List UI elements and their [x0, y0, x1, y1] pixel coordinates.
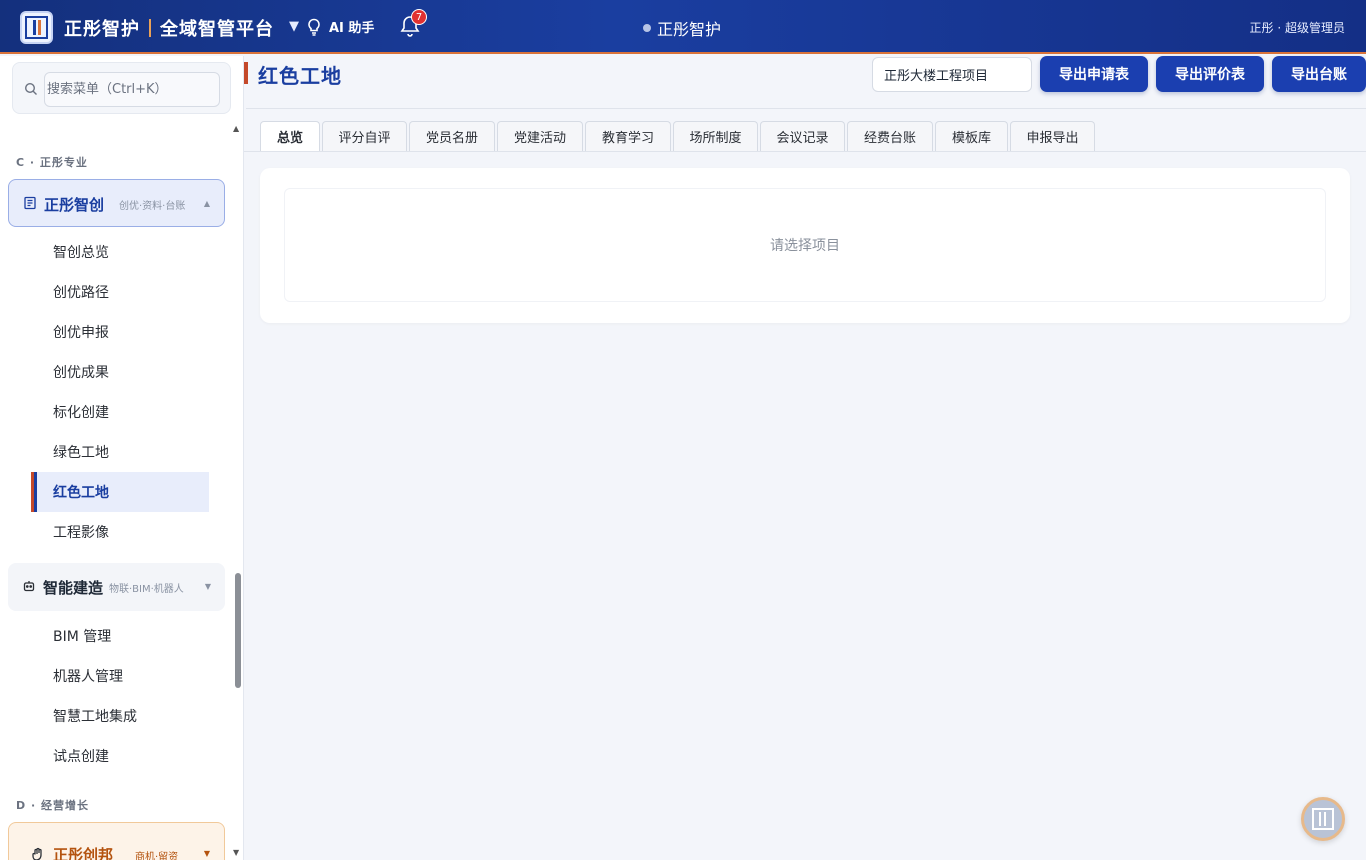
tab-bar: 总览 评分自评 党员名册 党建活动 教育学习 场所制度 会议记录 经费台账 模板… — [260, 121, 1097, 151]
empty-state-text: 请选择项目 — [770, 238, 840, 254]
app-logo[interactable] — [20, 11, 53, 44]
ai-assistant-label: AI 助手 — [329, 21, 375, 36]
user-menu[interactable]: 正彤 · 超级管理员 — [1250, 19, 1345, 36]
brand-divider — [149, 19, 151, 37]
assistant-logo-icon — [1312, 808, 1334, 830]
tab-template-library[interactable]: 模板库 — [935, 121, 1008, 151]
brand: 正彤智护 全域智管平台 — [64, 15, 274, 41]
group-subtitle: 商机·留资 — [135, 852, 179, 860]
content-card: 请选择项目 — [260, 168, 1350, 323]
export-application-button[interactable]: 导出申请表 — [1040, 56, 1148, 92]
export-ledger-button[interactable]: 导出台账 — [1272, 56, 1366, 92]
chevron-down-icon: ▼ — [204, 582, 211, 591]
section-label-d: D · 经营增长 — [16, 799, 89, 812]
header-divider — [246, 108, 1366, 109]
sidebar: ▲ ▼ C · 正彤专业 正彤智创 创优·资料·台账 ▲ 智创总览 创优路径 创… — [0, 56, 244, 860]
page-title-accent — [244, 62, 248, 84]
group-title: 智能建造 — [43, 579, 104, 597]
export-evaluation-button[interactable]: 导出评价表 — [1156, 56, 1264, 92]
center-title: 正彤智护 — [643, 16, 721, 40]
menu-group-zhengtong-chuangbang[interactable]: 正彤创邦 商机·留资 ▼ — [8, 822, 225, 860]
scroll-down-icon[interactable]: ▼ — [233, 848, 239, 857]
group-title: 正彤智创 — [44, 196, 105, 214]
tab-venue-rules[interactable]: 场所制度 — [673, 121, 758, 151]
search-icon — [24, 82, 37, 95]
sidebar-item-red-site[interactable]: 红色工地 — [34, 472, 209, 512]
sidebar-item-excellence-path[interactable]: 创优路径 — [34, 272, 209, 312]
sidebar-item-project-images[interactable]: 工程影像 — [34, 512, 209, 552]
page-title: 红色工地 — [258, 64, 342, 88]
tab-overview[interactable]: 总览 — [260, 121, 320, 151]
tabs-underline — [244, 151, 1366, 152]
brand-name: 正彤智护 — [64, 19, 140, 40]
project-select[interactable]: 正彤大楼工程项目 — [872, 57, 1032, 92]
sidebar-item-excellence-results[interactable]: 创优成果 — [34, 352, 209, 392]
scroll-up-icon[interactable]: ▲ — [233, 124, 239, 133]
notification-badge: 7 — [411, 9, 427, 25]
tab-party-activities[interactable]: 党建活动 — [497, 121, 583, 151]
sidebar-item-pilot[interactable]: 试点创建 — [34, 736, 209, 776]
tab-expense-ledger[interactable]: 经费台账 — [847, 121, 933, 151]
sidebar-item-robots[interactable]: 机器人管理 — [34, 656, 209, 696]
sidebar-item-bim[interactable]: BIM 管理 — [34, 616, 209, 656]
hand-icon — [32, 847, 42, 860]
sidebar-item-standardization[interactable]: 标化创建 — [34, 392, 209, 432]
sidebar-item-excellence-apply[interactable]: 创优申报 — [34, 312, 209, 352]
group-subtitle: 创优·资料·台账 — [119, 201, 186, 212]
chevron-down-icon: ▼ — [203, 849, 210, 858]
menu-group-zhengtong-zhichuang[interactable]: 正彤智创 创优·资料·台账 ▲ — [8, 179, 225, 227]
robot-icon — [23, 581, 35, 592]
platform-name: 全域智管平台 — [160, 19, 274, 40]
sidebar-item-smart-site[interactable]: 智慧工地集成 — [34, 696, 209, 736]
sidebar-item-zhichuang-overview[interactable]: 智创总览 — [34, 232, 209, 272]
floating-assistant-button[interactable] — [1301, 797, 1345, 841]
tab-party-members[interactable]: 党员名册 — [409, 121, 495, 151]
sidebar-scrollbar[interactable] — [235, 573, 241, 688]
status-dot — [643, 24, 651, 32]
tab-self-assessment[interactable]: 评分自评 — [322, 121, 407, 151]
chevron-up-icon: ▲ — [203, 199, 210, 208]
sidebar-item-green-site[interactable]: 绿色工地 — [34, 432, 209, 472]
group-subtitle: 物联·BIM·机器人 — [109, 584, 184, 595]
center-title-text: 正彤智护 — [657, 20, 722, 39]
group-title: 正彤创邦 — [53, 846, 114, 860]
tab-application-export[interactable]: 申报导出 — [1010, 121, 1095, 151]
top-header: 正彤智护 全域智管平台 ▼ AI 助手 7 正彤智护 正彤 · 超级管理员 — [0, 0, 1366, 54]
menu-group-smart-construction[interactable]: 智能建造 物联·BIM·机器人 ▼ — [8, 563, 225, 611]
document-icon — [24, 196, 36, 210]
section-label-c: C · 正彤专业 — [16, 156, 88, 169]
empty-state: 请选择项目 — [284, 188, 1326, 302]
tab-education[interactable]: 教育学习 — [585, 121, 671, 151]
platform-switch-caret-icon[interactable]: ▼ — [289, 19, 299, 34]
lightbulb-icon — [308, 18, 320, 36]
menu-search — [12, 62, 231, 114]
ai-assistant-button[interactable]: AI 助手 — [306, 17, 374, 36]
tab-meeting-records[interactable]: 会议记录 — [760, 121, 845, 151]
menu-search-input[interactable] — [44, 72, 220, 107]
